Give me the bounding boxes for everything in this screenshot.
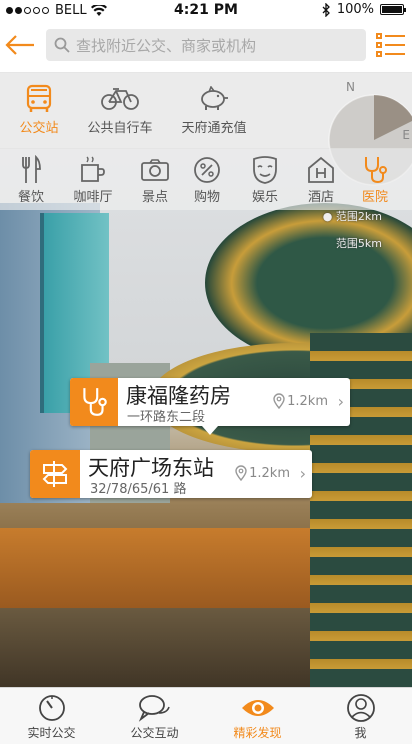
category-dining[interactable]: 餐饮 [6,154,56,205]
navigation-bar: 查找附近公交、商家或机构 [0,20,412,73]
status-bar: BELL 4:21 PM 100% [0,0,412,20]
status-right: 100% [322,2,406,17]
chat-bubbles-icon [103,692,206,724]
category-hotel[interactable]: 酒店 [296,154,346,205]
category-label: 公共自行车 [87,121,153,136]
category-label: 公交站 [19,121,59,136]
mask-icon [240,154,290,186]
bus-icon [14,81,64,117]
tab-me[interactable]: 我 [309,692,412,741]
category-attractions[interactable]: 景点 [130,154,180,205]
tab-label: 实时公交 [27,726,76,740]
secondary-category-bar: 餐饮 咖啡厅 景点 购物 娱乐 酒店 医院 [0,148,412,210]
range-5km-text: 范围5km [335,237,382,250]
category-cafe[interactable]: 咖啡厅 [68,154,118,205]
location-pin-icon [273,393,285,409]
compass-north: N [346,80,355,94]
category-bus-stop[interactable]: 公交站 [14,81,64,136]
stethoscope-icon [350,154,400,186]
poi-tag [70,378,118,426]
range-2km-label: ● 范围2km [322,210,382,223]
chevron-right-icon: › [337,392,344,411]
poi-distance: 1.2km [235,465,290,481]
camera-icon [130,154,180,186]
tab-label: 公交互动 [130,726,179,740]
poi-tag [30,450,80,498]
chevron-right-icon: › [299,464,306,483]
tab-bus-interaction[interactable]: 公交互动 [103,692,206,741]
fork-knife-icon [6,154,56,186]
card-pointer [202,426,218,435]
list-menu-icon[interactable] [376,32,406,58]
search-icon [54,37,70,53]
tab-realtime-bus[interactable]: 实时公交 [0,692,103,741]
back-arrow-icon[interactable] [4,32,36,58]
category-label: 酒店 [307,190,334,205]
poi-subtitle: 一环路东二段 [127,410,206,425]
clock-icon [0,692,103,724]
tab-discover[interactable]: 精彩发现 [206,692,309,741]
category-label: 购物 [193,190,220,205]
range-5km-label: 范围5km [336,235,382,251]
signpost-icon [42,461,68,487]
category-label: 医院 [361,190,388,205]
percent-tag-icon [182,154,232,186]
range-2km-text: 范围2km [335,210,382,223]
poi-card-bus-stop[interactable]: 天府广场东站 32/78/65/61 路 1.2km › [30,450,312,498]
location-pin-icon [235,465,247,481]
category-label: 咖啡厅 [73,190,113,205]
category-label: 餐饮 [17,190,44,205]
category-public-bicycle[interactable]: 公共自行车 [84,81,156,136]
compass-east: E [402,128,410,142]
category-label: 娱乐 [251,190,278,205]
poi-distance-value: 1.2km [249,465,290,481]
tab-label: 我 [354,726,367,740]
search-placeholder: 查找附近公交、商家或机构 [76,36,257,55]
category-label: 天府通充值 [181,121,247,136]
category-tianfutong-topup[interactable]: 天府通充值 [178,81,250,136]
hotel-icon [296,154,346,186]
coffee-cup-icon [68,154,118,186]
poi-card-pharmacy[interactable]: 康福隆药房 一环路东二段 1.2km › [70,378,350,435]
bicycle-icon [84,81,156,117]
category-shopping[interactable]: 购物 [182,154,232,205]
user-icon [309,692,412,724]
stethoscope-icon [83,388,107,416]
poi-subtitle: 32/78/65/61 路 [90,482,187,497]
bluetooth-icon [322,2,330,17]
poi-distance-value: 1.2km [287,393,328,409]
category-label: 景点 [141,190,168,205]
category-entertainment[interactable]: 娱乐 [240,154,290,205]
bottom-tab-bar: 实时公交 公交互动 精彩发现 我 [0,687,412,744]
piggy-bank-icon [178,81,250,117]
search-input[interactable]: 查找附近公交、商家或机构 [46,29,366,61]
tab-label: 精彩发现 [233,726,282,740]
category-hospital[interactable]: 医院 [350,154,400,205]
battery-icon [380,4,406,15]
battery-percent: 100% [336,2,374,17]
poi-distance: 1.2km [273,393,328,409]
eye-icon [206,692,309,724]
